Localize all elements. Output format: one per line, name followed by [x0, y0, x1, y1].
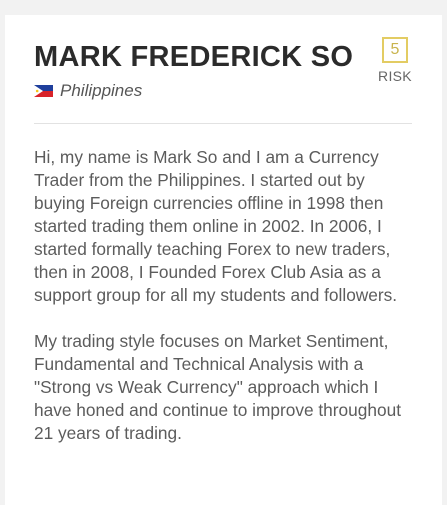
bio: Hi, my name is Mark So and I am a Curren…: [34, 146, 419, 468]
trader-name: MARK FREDERICK SO: [34, 41, 354, 73]
risk-label: RISK: [378, 68, 412, 84]
bio-paragraph: Hi, my name is Mark So and I am a Curren…: [34, 147, 398, 305]
country-name: Philippines: [60, 81, 143, 100]
country-line: Philippines: [34, 81, 142, 101]
bio-paragraph: My trading style focuses on Market Senti…: [34, 331, 402, 443]
divider: [34, 123, 412, 124]
risk-score-badge: 5: [382, 37, 408, 63]
profile-card: MARK FREDERICK SO Philippines 5 RISK Hi,…: [5, 15, 442, 505]
philippines-flag-icon: [34, 85, 53, 97]
risk-indicator: 5 RISK: [377, 37, 413, 84]
